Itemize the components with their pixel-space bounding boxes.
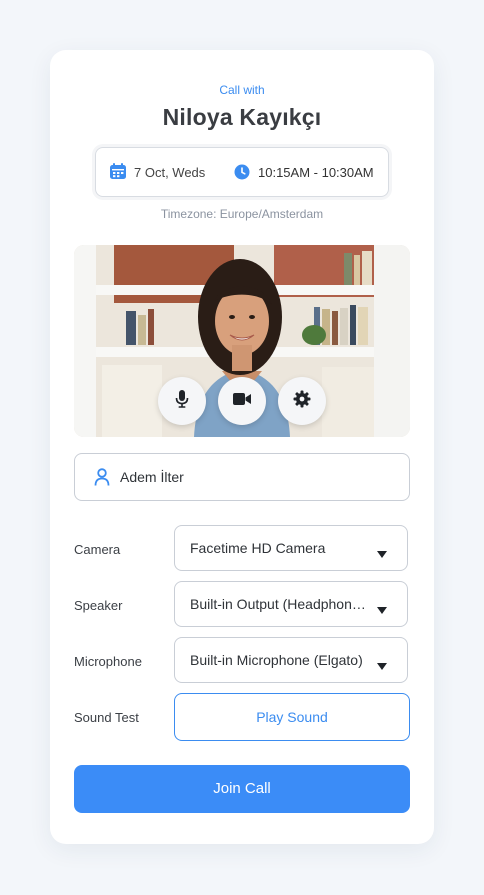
speaker-select[interactable]: Built-in Output (Headphones): [174, 581, 408, 627]
timezone-label: Timezone: Europe/Amsterdam: [160, 207, 324, 221]
caller-name: Niloya Kayıkçı: [162, 104, 322, 130]
caret-down-icon: [377, 601, 387, 619]
camera-select-value: Facetime HD Camera: [190, 540, 326, 556]
speaker-label: Speaker: [74, 598, 123, 613]
user-icon: [94, 468, 110, 491]
toggle-camera-button[interactable]: [218, 377, 266, 425]
caret-down-icon: [377, 545, 387, 563]
join-call-button[interactable]: Join Call: [74, 765, 410, 813]
participant-name-field[interactable]: Adem İlter: [74, 453, 410, 501]
call-card: Call with Niloya Kayıkçı 7 Oct, Weds 10:…: [50, 50, 434, 844]
gear-icon: [293, 390, 311, 413]
call-with-label: Call with: [219, 83, 265, 97]
caret-down-icon: [377, 657, 387, 675]
schedule-box: 7 Oct, Weds 10:15AM - 10:30AM: [95, 147, 389, 197]
microphone-select-value: Built-in Microphone (Elgato): [190, 652, 363, 668]
call-time: 10:15AM - 10:30AM: [258, 165, 374, 180]
camera-select[interactable]: Facetime HD Camera: [174, 525, 408, 571]
video-settings-button[interactable]: [278, 377, 326, 425]
sound-test-label: Sound Test: [74, 710, 139, 725]
clock-icon: [234, 164, 250, 185]
microphone-select[interactable]: Built-in Microphone (Elgato): [174, 637, 408, 683]
video-preview: [74, 245, 410, 437]
call-date: 7 Oct, Weds: [134, 165, 206, 180]
camera-label: Camera: [74, 542, 121, 557]
video-camera-icon: [233, 392, 251, 410]
speaker-select-value: Built-in Output (Headphones): [190, 596, 368, 612]
microphone-label: Microphone: [74, 654, 142, 669]
mute-microphone-button[interactable]: [158, 377, 206, 425]
participant-name: Adem İlter: [120, 469, 184, 485]
microphone-icon: [175, 389, 189, 413]
calendar-icon: [109, 162, 127, 185]
play-sound-button[interactable]: Play Sound: [174, 693, 410, 741]
